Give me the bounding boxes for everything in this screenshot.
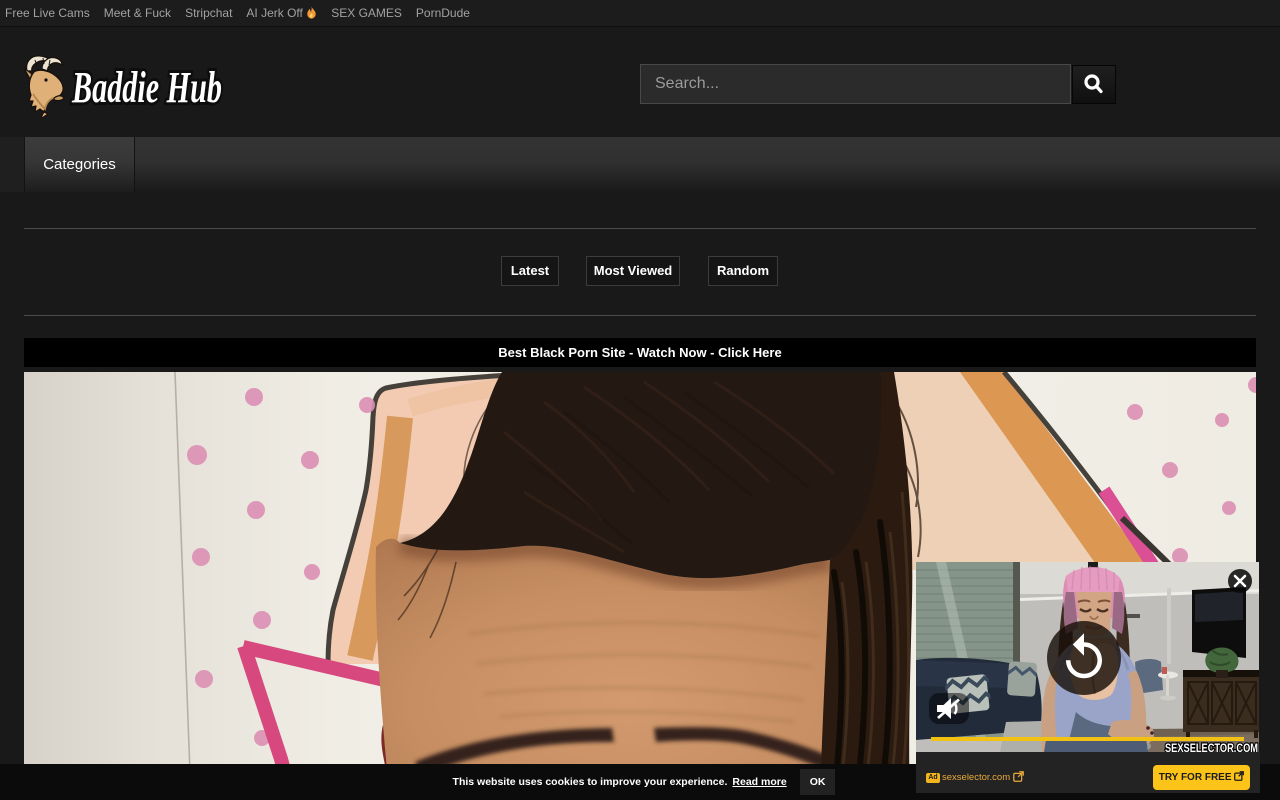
svg-text:SEXSELECTOR.COM: SEXSELECTOR.COM bbox=[1165, 741, 1258, 752]
svg-text:Baddie Hub: Baddie Hub bbox=[71, 63, 222, 112]
